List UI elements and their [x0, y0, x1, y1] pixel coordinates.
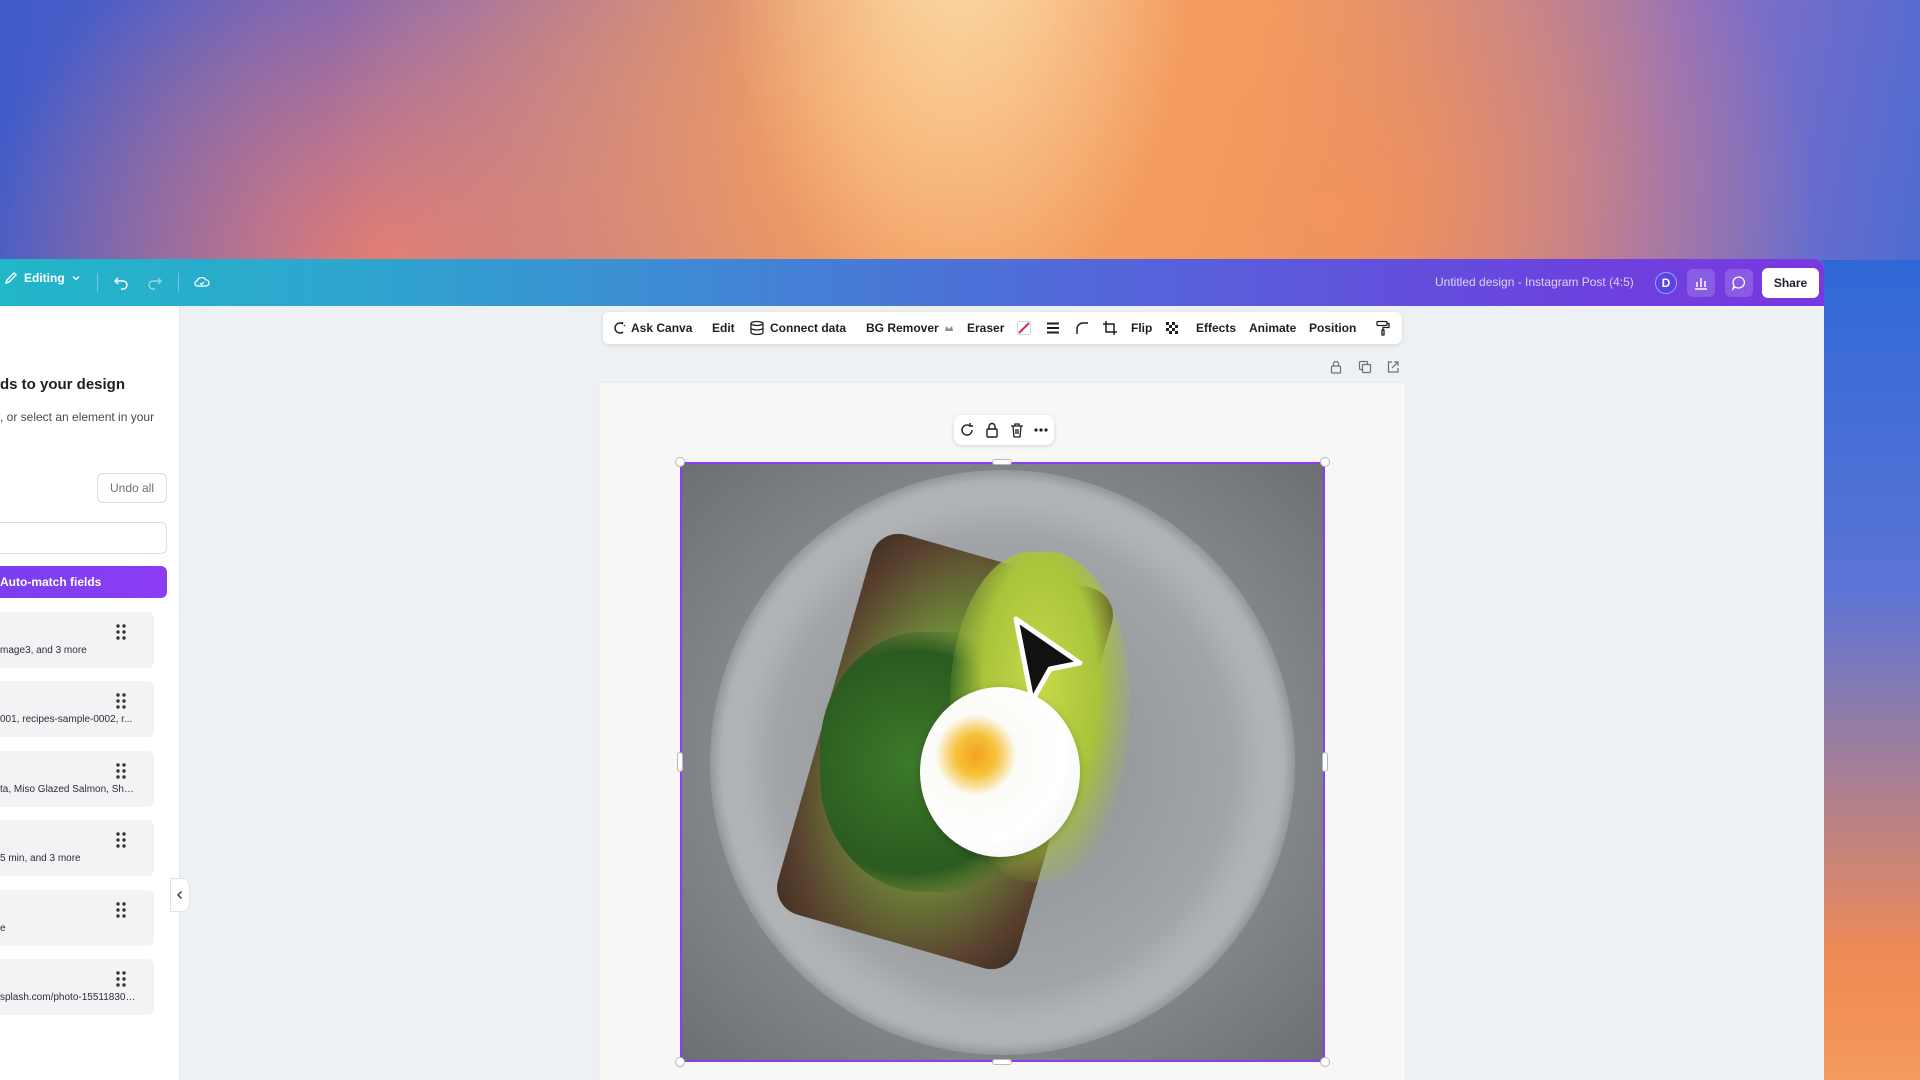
data-field-values: mage3, and 3 more: [0, 645, 87, 656]
topbar-divider: [97, 273, 98, 292]
trash-icon[interactable]: [1008, 421, 1026, 439]
editor-topbar: Editing Untitled design - Instagram Post…: [0, 259, 1824, 306]
data-field-card[interactable]: 5 min, and 3 more: [0, 820, 154, 876]
edit-button[interactable]: Edit: [712, 312, 735, 344]
resize-handle[interactable]: [1322, 752, 1328, 772]
topbar-divider: [178, 273, 179, 292]
position-button[interactable]: Position: [1309, 312, 1356, 344]
resize-handle[interactable]: [992, 1059, 1012, 1065]
effects-button[interactable]: Effects: [1196, 312, 1236, 344]
pencil-icon: [4, 272, 17, 285]
lock-icon[interactable]: [1327, 358, 1345, 376]
drag-handle-icon[interactable]: [114, 830, 128, 850]
data-field-values: 5 min, and 3 more: [0, 853, 81, 864]
image-context-toolbar: Ask Canva Edit Connect data BG Remover E…: [603, 312, 1402, 344]
data-field-card[interactable]: e: [0, 890, 154, 946]
data-field-card[interactable]: splash.com/photo-155118305...: [0, 959, 154, 1015]
canva-ai-icon: [614, 321, 626, 334]
panel-back-dot[interactable]: ·: [0, 323, 1, 334]
data-field-card[interactable]: mage3, and 3 more: [0, 612, 154, 668]
cloud-icon[interactable]: [191, 271, 213, 293]
resize-handle[interactable]: [992, 459, 1012, 465]
avatar[interactable]: D: [1655, 272, 1677, 294]
share-button[interactable]: Share: [1762, 268, 1819, 298]
collapse-panel-button[interactable]: [170, 878, 190, 912]
data-field-values: 001, recipes-sample-0002, r...: [0, 714, 133, 725]
element-floating-toolbar: [954, 415, 1054, 445]
document-title[interactable]: Untitled design - Instagram Post (4:5): [1435, 275, 1634, 289]
editing-mode-dropdown[interactable]: Editing: [4, 271, 81, 285]
desktop-wallpaper-edge: [1820, 260, 1920, 1080]
data-field-values: e: [0, 923, 6, 934]
panel-subtitle: , or select an element in your: [0, 410, 155, 424]
resize-handle[interactable]: [675, 1057, 685, 1067]
rotate-icon[interactable]: [958, 421, 976, 439]
effects-label: Effects: [1196, 321, 1237, 335]
bg-remover-button[interactable]: BG Remover: [866, 312, 954, 344]
eraser-label: Eraser: [967, 321, 1005, 335]
eraser-button[interactable]: Eraser: [967, 312, 1004, 344]
undo-all-button[interactable]: Undo all: [97, 473, 167, 503]
data-field-values: splash.com/photo-155118305...: [0, 992, 138, 1003]
bg-remover-label: BG Remover: [866, 321, 939, 335]
data-field-values: ta, Miso Glazed Salmon, Shee...: [0, 784, 138, 795]
resize-handle[interactable]: [1320, 1057, 1330, 1067]
comment-icon[interactable]: [1725, 269, 1753, 297]
database-icon: [750, 320, 764, 336]
data-field-card[interactable]: ta, Miso Glazed Salmon, Shee...: [0, 751, 154, 807]
data-field-input[interactable]: [0, 522, 167, 554]
drag-handle-icon[interactable]: [114, 969, 128, 989]
auto-match-fields-button[interactable]: Auto-match fields: [0, 566, 167, 598]
redo-icon[interactable]: [144, 271, 166, 293]
connect-data-button[interactable]: Connect data: [749, 312, 846, 344]
editing-mode-label: Editing: [24, 271, 65, 285]
edit-label: Edit: [712, 321, 735, 335]
lock-icon[interactable]: [983, 421, 1001, 439]
ask-canva-button[interactable]: Ask Canva: [612, 312, 692, 344]
transparency-icon[interactable]: [1163, 319, 1181, 337]
drag-handle-icon[interactable]: [114, 761, 128, 781]
animate-button[interactable]: Animate: [1249, 312, 1296, 344]
drag-handle-icon[interactable]: [114, 691, 128, 711]
flip-button[interactable]: Flip: [1131, 312, 1152, 344]
flip-label: Flip: [1131, 321, 1153, 335]
no-color-icon[interactable]: [1015, 319, 1033, 337]
data-field-card[interactable]: 001, recipes-sample-0002, r...: [0, 681, 154, 737]
crown-icon: [944, 326, 953, 331]
avocado-toast-photo[interactable]: [680, 462, 1325, 1062]
drag-handle-icon[interactable]: [114, 622, 128, 642]
chevron-down-icon: [72, 276, 80, 281]
more-options-icon[interactable]: [1032, 421, 1050, 439]
mouse-pointer-icon: [1013, 616, 1083, 704]
crop-icon[interactable]: [1101, 319, 1119, 337]
resize-handle[interactable]: [1320, 457, 1330, 467]
chevron-left-icon: [177, 891, 182, 899]
corner-rounding-icon[interactable]: [1073, 319, 1091, 337]
bulk-create-panel: · ds to your design , or select an eleme…: [0, 306, 180, 1080]
resize-handle[interactable]: [677, 752, 683, 772]
resize-handle[interactable]: [675, 457, 685, 467]
bar-chart-icon[interactable]: [1687, 269, 1715, 297]
add-page-icon[interactable]: [1384, 358, 1402, 376]
drag-handle-icon[interactable]: [114, 900, 128, 920]
animate-label: Animate: [1249, 321, 1297, 335]
duplicate-page-icon[interactable]: [1356, 358, 1374, 376]
undo-icon[interactable]: [110, 271, 132, 293]
ask-canva-label: Ask Canva: [631, 321, 693, 335]
border-style-icon[interactable]: [1044, 319, 1062, 337]
paint-roller-icon[interactable]: [1374, 319, 1392, 337]
position-label: Position: [1309, 321, 1357, 335]
panel-title: ds to your design: [0, 376, 126, 393]
connect-data-label: Connect data: [770, 321, 847, 335]
